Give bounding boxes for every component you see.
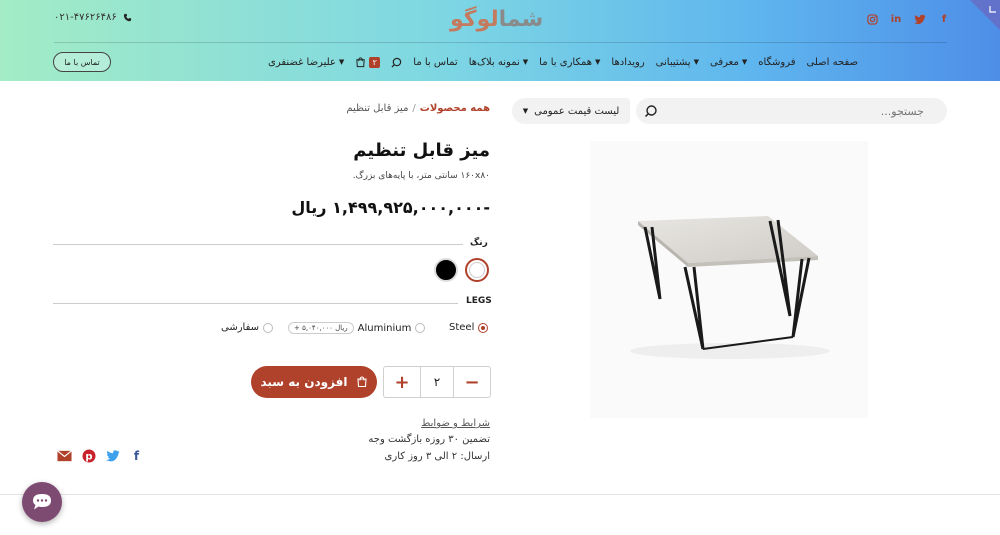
- phone-contact[interactable]: ۰۲۱-۴۷۶۲۶۴۸۶: [54, 12, 132, 23]
- share-links: p f: [57, 448, 144, 463]
- twitter-icon[interactable]: [105, 448, 120, 463]
- nav-search-button[interactable]: [391, 57, 402, 68]
- nav-item-events[interactable]: رویدادها: [611, 57, 644, 68]
- radio-selected[interactable]: [478, 322, 489, 333]
- nav-item-about[interactable]: معرفی ▼: [710, 57, 747, 68]
- product-title: میز قابل تنظیم: [353, 140, 490, 161]
- legs-option-steel[interactable]: Steel: [449, 322, 489, 333]
- main-nav: صفحه اصلی فروشگاه معرفی ▼ پشتیبانی ▼ رویدا…: [196, 52, 858, 72]
- nav-item-shop[interactable]: فروشگاه: [758, 57, 795, 68]
- chat-bubble-icon: [33, 494, 51, 510]
- user-name: علیرضا غضنفری: [268, 56, 336, 68]
- chat-button[interactable]: [22, 482, 62, 522]
- product-price: -۱,۴۹۹,۹۲۵,۰۰۰,۰۰۰ ریال: [291, 198, 490, 217]
- nav-label: معرفی: [709, 56, 739, 68]
- price-extra-badge: + ۵,۰۴۰,۰۰۰ ریال: [288, 322, 354, 334]
- site-header: ۰۲۱-۴۷۶۲۶۴۸۶ شمالوگو in f تماس با ما صفح…: [0, 0, 1000, 81]
- product-image[interactable]: [590, 141, 868, 418]
- breadcrumb: همه محصولات /میز قابل تنظیم: [300, 103, 490, 114]
- pricelist-dropdown[interactable]: ▼ لیست قیمت عمومی: [512, 98, 630, 124]
- color-swatch-white[interactable]: [465, 258, 489, 282]
- cart-count-badge: ۲: [369, 56, 381, 68]
- search-input[interactable]: [670, 101, 930, 121]
- product-search: [636, 98, 947, 124]
- decrease-quantity-button[interactable]: −: [454, 367, 490, 397]
- search-icon: [391, 57, 402, 68]
- logo-main: لوگو: [450, 7, 500, 32]
- legs-option-aluminium[interactable]: + ۵,۰۴۰,۰۰۰ ریال Aluminium: [288, 322, 426, 334]
- breadcrumb-separator: /: [412, 103, 416, 114]
- quantity-value[interactable]: ۲: [420, 367, 454, 397]
- phone-number: ۰۲۱-۴۷۶۲۶۴۸۶: [54, 12, 117, 23]
- pricelist-label: لیست قیمت عمومی: [534, 105, 620, 117]
- increase-quantity-button[interactable]: +: [384, 367, 420, 397]
- nav-label: تماس با ما: [413, 56, 458, 68]
- facebook-icon[interactable]: f: [129, 448, 144, 463]
- terms-link[interactable]: شرایط و ضوابط: [300, 418, 490, 429]
- caret-down-icon: ▼: [522, 107, 529, 115]
- caret-down-icon: ▼: [522, 58, 529, 66]
- radio-unselected[interactable]: [415, 323, 426, 333]
- cart-icon: [356, 376, 367, 388]
- legs-attribute-label: LEGS: [466, 296, 492, 306]
- breadcrumb-current: میز قابل تنظیم: [346, 103, 409, 114]
- contact-us-button[interactable]: تماس با ما: [53, 52, 111, 72]
- social-links: in f: [866, 13, 950, 25]
- header-top-bar: ۰۲۱-۴۷۶۲۶۴۸۶ شمالوگو in f: [0, 0, 1000, 40]
- footer-divider: [0, 494, 1000, 495]
- site-logo[interactable]: شمالوگو: [450, 7, 545, 32]
- adjustable-table-image: [630, 216, 830, 359]
- nav-item-blocks[interactable]: نمونه بلاک‌ها ▼: [469, 57, 528, 68]
- nav-label: همکاری با ما: [539, 56, 593, 68]
- linkedin-icon[interactable]: in: [890, 13, 902, 25]
- nav-label: رویدادها: [611, 56, 645, 68]
- nav-label: صفحه اصلی: [806, 56, 858, 68]
- color-divider: [53, 244, 463, 245]
- header-divider: [54, 42, 947, 43]
- email-icon[interactable]: [57, 448, 72, 463]
- search-icon[interactable]: [644, 104, 658, 118]
- nav-cart-button[interactable]: ۲: [355, 56, 381, 68]
- legs-divider: [53, 303, 458, 304]
- legs-option-custom[interactable]: سفارشی: [221, 322, 274, 333]
- quantity-stepper: + ۲ −: [383, 366, 491, 398]
- svg-text:p: p: [85, 451, 92, 462]
- guarantee-text: تضمین ۳۰ روزه بازگشت وجه: [368, 434, 490, 445]
- shipping-text: ارسال: ۲ الی ۳ روز کاری: [384, 451, 490, 462]
- nav-item-home[interactable]: صفحه اصلی: [807, 57, 858, 68]
- nav-label: فروشگاه: [758, 56, 796, 68]
- color-attribute-label: رنگ: [470, 238, 488, 248]
- nav-item-contact[interactable]: تماس با ما: [413, 57, 457, 68]
- corner-decoration-icon: [970, 0, 1000, 30]
- option-label: سفارشی: [221, 322, 260, 333]
- product-description: ۱۶۰x۸۰ سانتی متر، با پایه‌های بزرگ.: [352, 171, 490, 181]
- color-swatch-black[interactable]: [434, 258, 458, 282]
- caret-down-icon: ▼: [595, 58, 601, 66]
- twitter-icon[interactable]: [914, 13, 926, 25]
- caret-down-icon: ▼: [693, 58, 699, 66]
- add-to-cart-button[interactable]: افزودن به سبد: [251, 366, 377, 398]
- facebook-icon[interactable]: f: [938, 13, 950, 25]
- nav-label: نمونه بلاک‌ها: [468, 56, 520, 68]
- nav-item-partners[interactable]: همکاری با ما ▼: [539, 57, 600, 68]
- cart-icon: [356, 56, 365, 67]
- user-menu[interactable]: علیرضا غضنفری ▼: [268, 57, 344, 68]
- logo-accent: شما: [498, 7, 545, 32]
- caret-down-icon: ▼: [338, 58, 345, 66]
- breadcrumb-all-products[interactable]: همه محصولات: [420, 103, 490, 114]
- instagram-icon[interactable]: [866, 13, 878, 25]
- nav-label: پشتیبانی: [655, 56, 691, 68]
- nav-item-support[interactable]: پشتیبانی ▼: [656, 57, 699, 68]
- phone-icon: [123, 13, 131, 22]
- option-label: Steel: [449, 322, 475, 333]
- caret-down-icon: ▼: [741, 58, 748, 66]
- option-label: Aluminium: [357, 322, 412, 334]
- radio-unselected[interactable]: [263, 322, 274, 333]
- add-to-cart-label: افزودن به سبد: [260, 375, 348, 389]
- pinterest-icon[interactable]: p: [81, 448, 96, 463]
